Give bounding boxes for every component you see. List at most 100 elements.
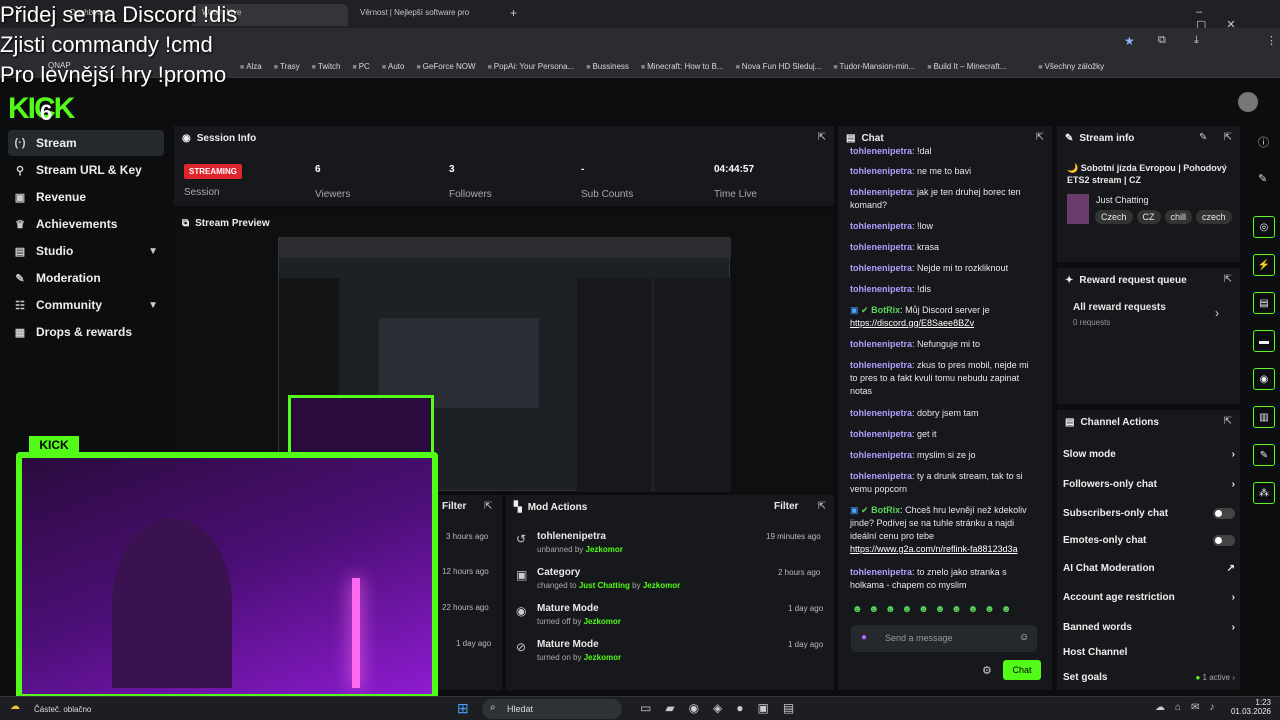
nav-community[interactable]: ☷ Community ▼ bbox=[8, 292, 164, 318]
bookmark-all[interactable]: Všechny záložky bbox=[1038, 62, 1105, 71]
taskbar-search[interactable]: ⌕ Hledat bbox=[482, 699, 622, 719]
ai-moderation-row[interactable]: AI Chat Moderation ↗ bbox=[1063, 563, 1235, 574]
mod-item-name: Mature Mode bbox=[537, 603, 599, 614]
avatar[interactable] bbox=[1238, 92, 1258, 112]
chat-bubble-icon[interactable]: ▬ bbox=[1253, 330, 1275, 352]
expand-icon[interactable]: ⇱ bbox=[1036, 132, 1044, 143]
chat-message: tohlenenipetra: Nejde mi to rozkliknout bbox=[850, 263, 1009, 273]
emotes-only-toggle[interactable] bbox=[1213, 535, 1235, 546]
studio-icon: ▤ bbox=[14, 245, 26, 258]
layout-icon[interactable]: ▥ bbox=[1253, 406, 1275, 428]
tag[interactable]: czech bbox=[1196, 210, 1232, 224]
browser-tab[interactable]: Věrnost | Nejlepší software pro bbox=[350, 4, 506, 26]
windows-start-icon[interactable]: ⊞ bbox=[457, 700, 469, 717]
subscribers-only-toggle[interactable] bbox=[1213, 508, 1235, 519]
webcam-overlay bbox=[16, 452, 438, 700]
expand-icon[interactable]: ⇱ bbox=[1224, 416, 1232, 427]
active-dot-icon: ● bbox=[1195, 673, 1201, 682]
nav-stream[interactable]: (·) Stream bbox=[8, 130, 164, 156]
wrench-icon: ✎ bbox=[15, 272, 25, 285]
followers-only-row[interactable]: Followers-only chat › bbox=[1063, 479, 1235, 490]
emote-bar[interactable]: ☻☻☻☻☻☻☻☻☻☻ bbox=[852, 604, 1017, 615]
clock[interactable]: 1:23 01.03.2026 bbox=[1225, 698, 1271, 716]
slow-mode-row[interactable]: Slow mode › bbox=[1063, 449, 1235, 460]
subscribers-only-row[interactable]: Subscribers-only chat bbox=[1063, 508, 1235, 519]
expand-icon[interactable]: ⇱ bbox=[1224, 274, 1232, 285]
chat-input[interactable]: ● Send a message ☺ bbox=[851, 625, 1037, 652]
tray-icons[interactable]: ☁⌂✉♪ bbox=[1155, 702, 1224, 713]
weather-text[interactable]: Částeč. oblačno bbox=[34, 705, 91, 714]
bookmark[interactable]: PopAi: Your Persona... bbox=[488, 62, 575, 71]
tag[interactable]: chill bbox=[1164, 210, 1193, 224]
nav-achievements[interactable]: ♛ Achievements bbox=[8, 211, 164, 237]
filter-button[interactable]: Filter bbox=[442, 501, 466, 512]
bookmark[interactable]: Auto bbox=[382, 62, 404, 71]
nav-studio[interactable]: ▤ Studio ▼ bbox=[8, 238, 164, 264]
chat-message: tohlenenipetra: dobry jsem tam bbox=[850, 408, 979, 418]
wrench-icon[interactable]: ✎ bbox=[1253, 444, 1275, 466]
chevron-down-icon: ▼ bbox=[148, 245, 158, 257]
bookmark[interactable]: Nova Fun HD Sleduj... bbox=[736, 62, 822, 71]
bookmark[interactable]: Bussiness bbox=[586, 62, 628, 71]
reward-count: 0 requests bbox=[1073, 318, 1111, 327]
filter-button[interactable]: Filter bbox=[774, 501, 798, 512]
bookmark[interactable]: PC bbox=[353, 62, 370, 71]
bookmark[interactable]: Trasy bbox=[274, 62, 300, 71]
gear-icon[interactable]: ⚙ bbox=[982, 664, 992, 677]
bookmark[interactable]: Twitch bbox=[312, 62, 341, 71]
host-channel-row[interactable]: Host Channel bbox=[1063, 647, 1235, 658]
download-icon[interactable]: ⤓ bbox=[1194, 34, 1199, 47]
bookmark[interactable]: GeForce NOW bbox=[416, 62, 476, 71]
expand-icon[interactable]: ⇱ bbox=[1224, 132, 1232, 143]
banned-words-row[interactable]: Banned words › bbox=[1063, 622, 1235, 633]
screenshot-icon[interactable]: ◎ bbox=[1253, 216, 1275, 238]
search-label: Hledat bbox=[507, 704, 534, 714]
nav-drops[interactable]: ▦ Drops & rewards bbox=[8, 319, 164, 345]
nav-stream-url[interactable]: ⚲ Stream URL & Key bbox=[8, 157, 164, 183]
share-icon[interactable]: ⁂ bbox=[1253, 482, 1275, 504]
chat-link[interactable]: https://discord.gg/E8Saee8BZv bbox=[850, 318, 974, 328]
gift-icon: ▦ bbox=[14, 326, 26, 339]
panel-title: ▚ Mod Actions bbox=[514, 502, 588, 513]
expand-icon[interactable]: ⇱ bbox=[818, 501, 826, 512]
bookmark[interactable]: Minecraft: How to B... bbox=[641, 62, 723, 71]
chat-message: tohlenenipetra: !dis bbox=[850, 284, 932, 294]
bookmark[interactable]: Tudor-Mansion-min... bbox=[833, 62, 916, 71]
lightning-icon[interactable]: ⚡ bbox=[1253, 254, 1275, 276]
tag[interactable]: CZ bbox=[1136, 210, 1161, 224]
chat-message: tohlenenipetra: myslim si ze jo bbox=[850, 450, 976, 460]
emotes-only-row[interactable]: Emotes-only chat bbox=[1063, 535, 1235, 546]
chevron-right-icon[interactable]: › bbox=[1215, 306, 1219, 320]
windows-taskbar: ☁ Částeč. oblačno ⊞ ⌕ Hledat ▭▰◉◈●▣▤ ☁⌂✉… bbox=[0, 696, 1280, 720]
verified-icon: ✔ bbox=[861, 505, 869, 515]
bookmark[interactable]: Build It – Minecraft... bbox=[927, 62, 1006, 71]
send-button[interactable]: Chat bbox=[1003, 660, 1041, 680]
chat-link[interactable]: https://www.g2a.com/n/reflink-fa88123d3a bbox=[850, 544, 1018, 554]
all-rewards-link[interactable]: All reward requests bbox=[1073, 302, 1166, 313]
info-icon[interactable]: ⓘ bbox=[1258, 134, 1269, 150]
star-icon[interactable]: ★ bbox=[1124, 34, 1135, 48]
mod-item-time: 19 minutes ago bbox=[766, 532, 821, 541]
expand-icon[interactable]: ⇱ bbox=[484, 501, 492, 512]
mic-icon[interactable]: ● bbox=[861, 632, 867, 643]
tag[interactable]: Czech bbox=[1095, 210, 1133, 224]
taskbar-apps[interactable]: ▭▰◉◈●▣▤ bbox=[640, 701, 808, 715]
extensions-icon[interactable]: ⧉ bbox=[1158, 34, 1166, 47]
account-age-row[interactable]: Account age restriction › bbox=[1063, 592, 1235, 603]
menu-icon[interactable]: ⋮ bbox=[1266, 34, 1277, 47]
chat-message: tohlenenipetra: to znelo jako stranka s … bbox=[850, 567, 1007, 590]
overlay-line-1: Přidej se na Discord !dis bbox=[0, 2, 238, 27]
bookmark[interactable]: Alza bbox=[240, 62, 262, 71]
expand-icon[interactable]: ⇱ bbox=[818, 132, 826, 143]
eye-icon: ◉ bbox=[516, 604, 527, 618]
nav-moderation[interactable]: ✎ Moderation bbox=[8, 265, 164, 291]
document-icon[interactable]: ▤ bbox=[1253, 292, 1275, 314]
set-goals-row[interactable]: Set goals ● 1 active › bbox=[1063, 672, 1235, 683]
nav-revenue[interactable]: ▣ Revenue bbox=[8, 184, 164, 210]
edit-icon[interactable]: ✎ bbox=[1258, 172, 1267, 185]
broadcast-icon[interactable]: ◉ bbox=[1253, 368, 1275, 390]
edit-icon[interactable]: ✎ bbox=[1199, 132, 1207, 143]
new-tab-icon[interactable]: + bbox=[510, 6, 517, 20]
emoji-icon[interactable]: ☺ bbox=[1019, 632, 1029, 643]
reward-queue-panel: ✦ Reward request queue ⇱ All reward reque… bbox=[1057, 268, 1240, 404]
